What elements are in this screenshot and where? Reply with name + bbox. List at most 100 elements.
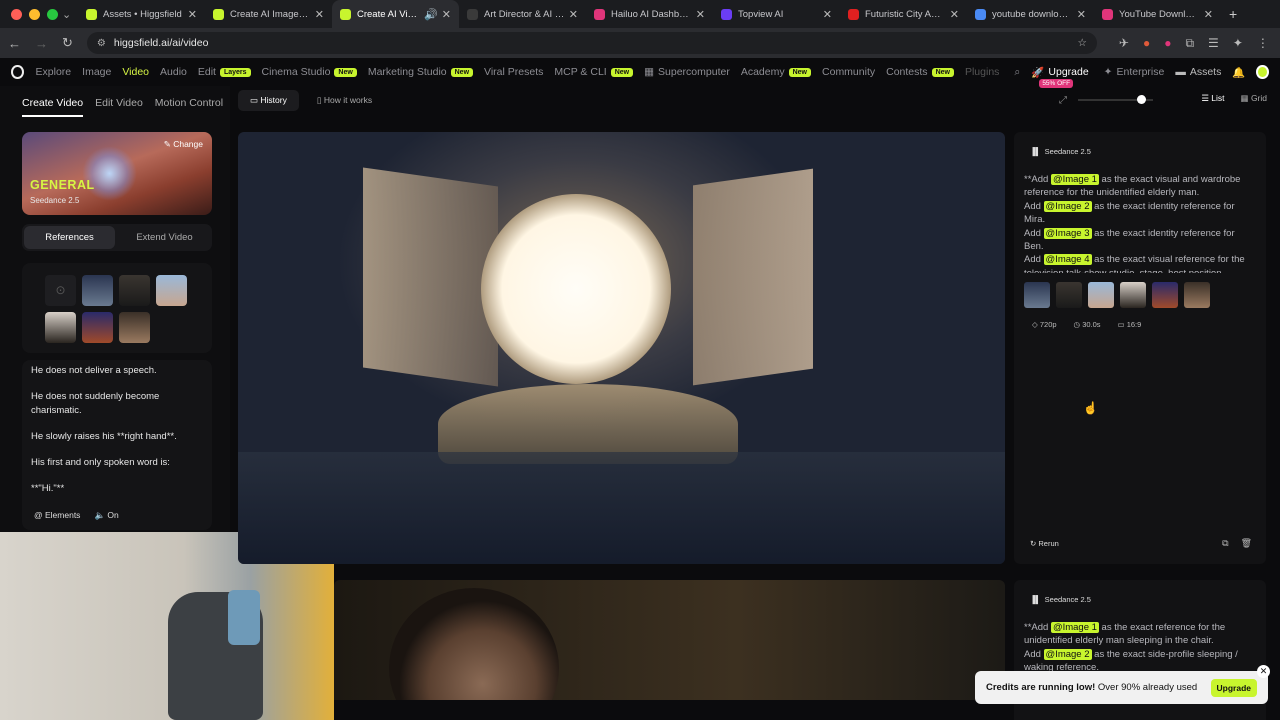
tab-list-icon[interactable]: ☰ — [1208, 36, 1219, 50]
upgrade-nav-button[interactable]: 🚀 Upgrade 55% OFF — [1031, 66, 1089, 88]
change-model-button[interactable]: ✎ Change — [164, 139, 203, 150]
browser-tab[interactable]: Assets • Higgsfield ✕ — [78, 0, 205, 28]
tab-edit-video[interactable]: Edit Video — [95, 97, 143, 117]
site-info-icon[interactable]: ⚙ — [97, 38, 106, 49]
notifications-icon[interactable]: 🔔 — [1232, 66, 1245, 79]
url-bar[interactable]: ⚙ higgsfield.ai/ai/video ☆ — [86, 32, 1097, 54]
higgsfield-logo-icon[interactable] — [11, 65, 24, 79]
close-tab-icon[interactable]: ✕ — [188, 8, 197, 21]
browser-tab-active[interactable]: Create AI Videos🔊✕ — [332, 0, 459, 28]
nav-supercomputer[interactable]: ▦ Supercomputer — [644, 66, 730, 78]
reference-thumbnail[interactable] — [82, 312, 113, 343]
speaker-icon[interactable]: 🔊 — [424, 8, 438, 21]
close-tab-icon[interactable]: ✕ — [569, 8, 578, 21]
tab-motion-control[interactable]: Motion Control — [155, 97, 223, 117]
forward-icon[interactable]: → — [35, 36, 48, 51]
close-tab-icon[interactable]: ✕ — [442, 8, 451, 21]
accessibility-icon[interactable]: ✦ — [1233, 36, 1243, 50]
reference-thumbnail[interactable] — [45, 312, 76, 343]
extension-icon[interactable]: ✈ — [1119, 36, 1129, 50]
list-label: List — [1211, 93, 1225, 103]
nav-assets[interactable]: ▬ Assets — [1175, 66, 1221, 78]
reference-thumbnail[interactable] — [82, 275, 113, 306]
avatar[interactable] — [1256, 65, 1269, 79]
back-icon[interactable]: ← — [8, 36, 21, 51]
reference-thumbnail[interactable] — [1184, 282, 1210, 308]
nav-academy[interactable]: Academy New — [741, 66, 812, 78]
nav-contests[interactable]: Contests New — [886, 66, 954, 78]
close-tab-icon[interactable]: ✕ — [950, 8, 959, 21]
puzzle-icon[interactable]: ⧉ — [1185, 36, 1194, 51]
nav-plugins[interactable]: Plugins — [965, 66, 999, 78]
rerun-button[interactable]: ↻ Rerun — [1030, 539, 1059, 548]
nav-cinema-studio[interactable]: Cinema Studio New — [262, 66, 357, 78]
zoom-slider[interactable] — [1078, 95, 1153, 104]
nav-audio[interactable]: Audio — [160, 66, 187, 78]
list-view-button[interactable]: ☰ List — [1201, 93, 1224, 104]
maximize-window-button[interactable] — [47, 8, 58, 20]
extension-icon[interactable]: ● — [1164, 36, 1171, 50]
browser-tab[interactable]: Hailuo AI Dashboard ✕ — [586, 0, 713, 28]
reload-icon[interactable]: ↻ — [62, 35, 73, 51]
grid-view-button[interactable]: ▦ Grid — [1241, 93, 1267, 104]
menu-icon[interactable]: ⋮ — [1257, 36, 1269, 50]
close-window-button[interactable] — [11, 8, 22, 20]
expand-icon[interactable]: ⤢ — [1059, 95, 1067, 106]
elements-button[interactable]: @ Elements — [34, 510, 80, 521]
browser-tab[interactable]: Topview AI ✕ — [713, 0, 840, 28]
copy-icon[interactable]: ⧉ — [1222, 538, 1228, 549]
extensions-toolbar: ✈ ● ● ⧉ ☰ ✦ ⋮ — [1119, 36, 1269, 51]
reference-thumbnail[interactable] — [156, 275, 187, 306]
reference-thumbnail[interactable] — [1024, 282, 1050, 308]
reference-thumbnail[interactable] — [1152, 282, 1178, 308]
close-toast-icon[interactable]: ✕ — [1257, 665, 1270, 678]
browser-tab[interactable]: Futuristic City Ambie ✕ — [840, 0, 967, 28]
model-preset-card[interactable]: ✎ Change GENERAL Seedance 2.5 — [22, 132, 212, 215]
reference-thumbnail[interactable] — [119, 275, 150, 306]
search-icon[interactable]: ⌕ — [1014, 66, 1020, 79]
nav-viral-presets[interactable]: Viral Presets — [484, 66, 543, 78]
how-it-works-button[interactable]: ▯ How it works — [305, 90, 384, 111]
close-tab-icon[interactable]: ✕ — [823, 8, 832, 21]
nav-mcp-cli[interactable]: MCP & CLI New — [554, 66, 634, 78]
toast-upgrade-button[interactable]: Upgrade — [1210, 678, 1257, 697]
generated-video-player[interactable] — [334, 580, 1005, 700]
bookmark-star-icon[interactable]: ☆ — [1077, 37, 1086, 49]
trash-icon[interactable]: 🗑 — [1241, 538, 1252, 549]
browser-tab[interactable]: YouTube Downloader✕ — [1094, 0, 1221, 28]
close-tab-icon[interactable]: ✕ — [696, 8, 705, 21]
close-tab-icon[interactable]: ✕ — [1204, 8, 1213, 21]
close-tab-icon[interactable]: ✕ — [1077, 8, 1086, 21]
tab-create-video[interactable]: Create Video — [22, 97, 84, 117]
nav-explore[interactable]: Explore — [36, 66, 72, 78]
nav-edit[interactable]: Edit Layers — [198, 66, 251, 78]
add-reference-icon[interactable]: ⊙ — [45, 275, 76, 306]
new-tab-button[interactable]: + — [1221, 6, 1237, 22]
nav-marketing-studio[interactable]: Marketing Studio New — [368, 66, 474, 78]
browser-tab[interactable]: Art Director & AI Cre ✕ — [459, 0, 586, 28]
nav-community[interactable]: Community — [822, 66, 875, 78]
zoom-slider-knob[interactable] — [1137, 95, 1146, 104]
history-button[interactable]: ▭ History — [238, 90, 299, 111]
extend-video-tab[interactable]: Extend Video — [119, 226, 210, 249]
reference-thumbnail[interactable] — [1056, 282, 1082, 308]
minimize-window-button[interactable] — [29, 8, 40, 20]
browser-tab[interactable]: Create AI Images fro ✕ — [205, 0, 332, 28]
audio-toggle[interactable]: 🔈 On — [94, 510, 118, 521]
reference-thumbnail[interactable] — [119, 312, 150, 343]
reference-thumbnail[interactable] — [1120, 282, 1146, 308]
references-tab[interactable]: References — [24, 226, 115, 249]
tab-search-icon[interactable]: ⌄ — [62, 8, 78, 21]
folder-icon: ▭ — [250, 95, 261, 105]
nav-badge: New — [334, 67, 357, 77]
close-tab-icon[interactable]: ✕ — [315, 8, 324, 21]
extension-icon[interactable]: ● — [1143, 36, 1150, 50]
nav-label: Contests — [886, 66, 928, 78]
prompt-textarea[interactable]: He does not deliver a speech. He does no… — [22, 360, 212, 530]
nav-enterprise[interactable]: ✦ Enterprise — [1104, 66, 1165, 78]
generated-video-player[interactable] — [238, 132, 1005, 564]
nav-image[interactable]: Image — [82, 66, 111, 78]
browser-tab[interactable]: youtube download o ✕ — [967, 0, 1094, 28]
nav-video[interactable]: Video — [122, 66, 149, 78]
reference-thumbnail[interactable] — [1088, 282, 1114, 308]
